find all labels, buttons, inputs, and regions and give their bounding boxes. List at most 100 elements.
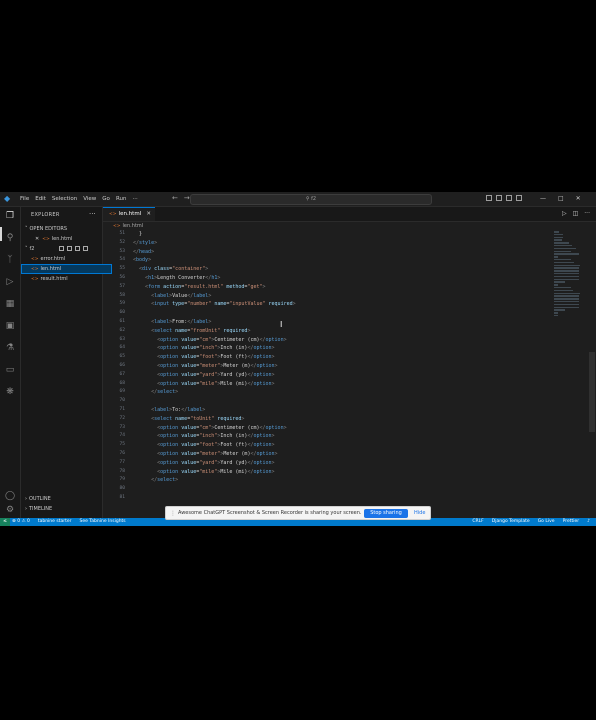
menu-item[interactable]: Run [116, 196, 127, 202]
open-editors-section[interactable]: ˅ OPEN EDITORS [21, 224, 106, 234]
code-line[interactable]: <option value="inch">Inch (in)</option> [133, 433, 274, 439]
minimap[interactable] [554, 231, 582, 317]
code-line[interactable]: <option value="meter">Meter (m)</option> [133, 363, 277, 369]
maximize-icon[interactable]: □ [558, 192, 564, 206]
split-editor-icon[interactable]: ◫ [573, 210, 579, 217]
outline-section[interactable]: › OUTLINE [21, 494, 106, 504]
collapse-icon[interactable] [83, 246, 88, 251]
extensions-icon[interactable]: ▦ [5, 299, 15, 309]
code-line[interactable]: <option value="yard">Yard (yd)</option> [133, 460, 274, 466]
explorer-icon[interactable]: ❐ [5, 211, 15, 221]
new-folder-icon[interactable] [67, 246, 72, 251]
file-item-error[interactable]: <> error.html [21, 254, 112, 264]
source-control-icon[interactable]: ᛉ [5, 255, 15, 265]
code-line[interactable]: <div class="container"> [133, 266, 208, 272]
code-line[interactable]: <option value="foot">Foot (ft)</option> [133, 442, 274, 448]
accounts-icon[interactable]: ◯ [5, 491, 15, 501]
menu-item[interactable]: Edit [35, 196, 46, 202]
line-number: 69 [119, 389, 125, 395]
testing-icon[interactable]: ⚗ [5, 343, 15, 353]
refresh-icon[interactable] [75, 246, 80, 251]
code-line[interactable]: <body> [133, 257, 151, 263]
code-line[interactable]: </select> [133, 477, 178, 483]
code-line[interactable]: <option value="mile">Mile (mi)</option> [133, 469, 274, 475]
run-icon[interactable]: ▷ [562, 210, 567, 217]
code-line[interactable]: <label>To:</label> [133, 407, 205, 413]
toggle-sidebar-icon[interactable] [486, 195, 492, 201]
hide-banner-link[interactable]: Hide [414, 507, 425, 520]
minimap-line [554, 284, 558, 286]
close-window-icon[interactable]: ✕ [576, 192, 581, 206]
menu-item[interactable]: ··· [132, 196, 137, 202]
more-actions-icon[interactable]: ··· [584, 210, 590, 217]
remote-icon[interactable]: ≤ [0, 518, 10, 526]
drag-handle-icon[interactable]: ⋮ [170, 510, 176, 517]
breadcrumb[interactable]: <> len.html [103, 222, 143, 231]
tabnine-status[interactable]: tabnine starter [38, 518, 72, 526]
code-line[interactable]: <option value="inch">Inch (in)</option> [133, 345, 274, 351]
docker-icon[interactable]: ❋ [5, 387, 15, 397]
remote-explorer-icon[interactable]: ▣ [5, 321, 15, 331]
code-line[interactable]: <option value="foot">Foot (ft)</option> [133, 354, 274, 360]
open-editor-item[interactable]: ✕ <> len.html [21, 234, 116, 244]
status-item[interactable]: CRLF [472, 518, 483, 526]
line-number: 64 [119, 345, 125, 351]
code-line[interactable]: <label>Value</label> [133, 293, 211, 299]
tab-len-html[interactable]: <> len.html ✕ [103, 207, 155, 221]
vertical-scrollbar[interactable] [589, 352, 595, 432]
file-item-len[interactable]: <> len.html [21, 264, 112, 274]
code-line[interactable]: <form action="result.html" method="get"> [133, 284, 265, 290]
command-center-search[interactable]: ⚲ f2 [190, 194, 432, 205]
code-line[interactable]: </head> [133, 249, 154, 255]
line-number: 73 [119, 424, 125, 430]
status-item[interactable]: Go Live [538, 518, 555, 526]
line-number: 54 [119, 257, 125, 263]
close-tab-icon[interactable]: ✕ [146, 208, 151, 221]
more-actions-icon[interactable]: ··· [89, 210, 96, 218]
code-line[interactable]: <h1>Length Converter</h1> [133, 275, 220, 281]
customize-layout-icon[interactable] [516, 195, 522, 201]
menu-item[interactable]: Selection [52, 196, 77, 202]
window-controls: — □ ✕ [540, 192, 581, 206]
code-line[interactable]: </select> [133, 389, 178, 395]
status-item[interactable]: Prettier [563, 518, 580, 526]
code-line[interactable]: <label>From:</label> [133, 319, 211, 325]
tabnine-insights[interactable]: See Tabnine Insights [79, 518, 125, 526]
line-number: 59 [119, 301, 125, 307]
status-item[interactable]: Django Template [492, 518, 530, 526]
html-file-icon: <> [42, 237, 50, 242]
menu-item[interactable]: View [83, 196, 96, 202]
minimap-line [554, 281, 566, 283]
tabnine-icon[interactable]: ▭ [5, 365, 15, 375]
close-editor-icon[interactable]: ✕ [35, 236, 39, 242]
run-debug-icon[interactable]: ▷ [5, 277, 15, 287]
code-line[interactable]: <select name="toUnit" required> [133, 416, 244, 422]
code-line[interactable]: <input type="number" name="inputValue" r… [133, 301, 296, 307]
code-line[interactable]: } [133, 231, 142, 237]
stop-sharing-button[interactable]: Stop sharing [364, 509, 408, 518]
search-icon[interactable]: ⚲ [5, 233, 15, 243]
line-number: 68 [119, 380, 125, 386]
code-line[interactable]: <option value="cm">Centimeter (cm)</opti… [133, 337, 287, 343]
timeline-section[interactable]: › TIMELINE [21, 504, 106, 514]
toggle-panel-icon[interactable] [496, 195, 502, 201]
new-file-icon[interactable] [59, 246, 64, 251]
manage-gear-icon[interactable]: ⚙ [5, 505, 15, 515]
file-item-result[interactable]: <> result.html [21, 274, 112, 284]
code-editor[interactable]: 51 } 52 </style> 53 </head> 54 <body> 55 <div c… [103, 231, 583, 511]
code-line[interactable]: </style> [133, 240, 157, 246]
minimap-line [554, 250, 572, 253]
folder-section[interactable]: ˅ f2 [21, 244, 106, 254]
code-line[interactable]: <option value="mile">Mile (mi)</option> [133, 381, 274, 387]
menu-item[interactable]: File [20, 196, 29, 202]
menu-item[interactable]: Go [102, 196, 110, 202]
minimize-icon[interactable]: — [540, 192, 546, 206]
notifications-bell-icon[interactable]: ♪ [587, 518, 590, 526]
code-line[interactable]: <option value="yard">Yard (yd)</option> [133, 372, 274, 378]
toggle-secondary-sidebar-icon[interactable] [506, 195, 512, 201]
problems-status[interactable]: ⊗ 0 ⚠ 0 [12, 518, 30, 526]
code-line[interactable]: <option value="cm">Centimeter (cm)</opti… [133, 425, 287, 431]
minimap-line [554, 244, 573, 247]
code-line[interactable]: <select name="fromUnit" required> [133, 328, 250, 334]
code-line[interactable]: <option value="meter">Meter (m)</option> [133, 451, 277, 457]
